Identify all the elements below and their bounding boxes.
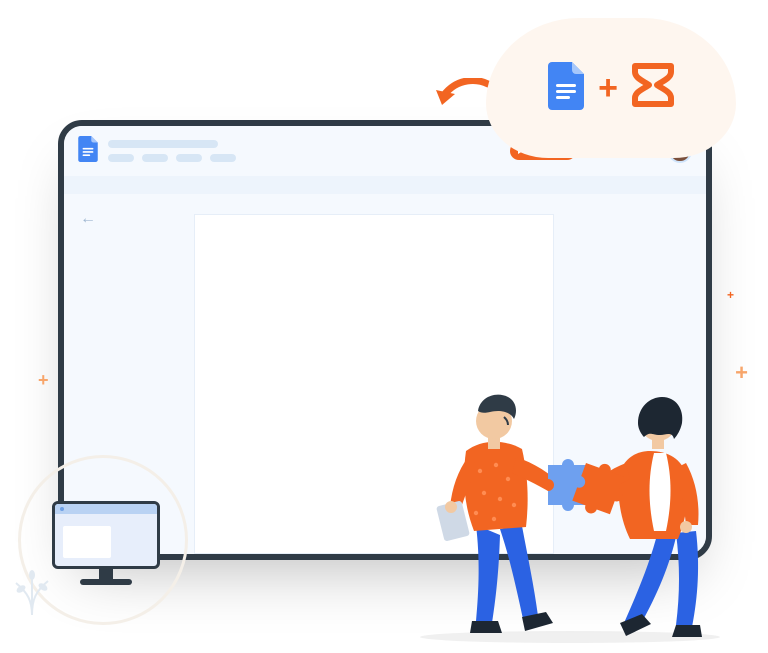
arrow-icon (430, 78, 494, 128)
toolbar-strip (64, 176, 706, 194)
google-docs-icon (78, 136, 98, 167)
person-right (570, 397, 702, 637)
document-title-placeholder (108, 140, 236, 162)
google-docs-icon (548, 62, 584, 115)
spark-icon: + (727, 288, 734, 302)
jibble-hourglass-icon (632, 63, 674, 114)
leaf-icon (12, 565, 52, 615)
person-left (436, 395, 594, 633)
people-illustration (400, 345, 740, 645)
monitor-badge (18, 455, 188, 625)
monitor-icon (52, 501, 160, 585)
spark-icon: + (38, 370, 49, 391)
integration-bubble: + (486, 18, 736, 158)
plus-icon: + (598, 69, 618, 108)
back-arrow-icon[interactable]: ← (80, 210, 178, 228)
